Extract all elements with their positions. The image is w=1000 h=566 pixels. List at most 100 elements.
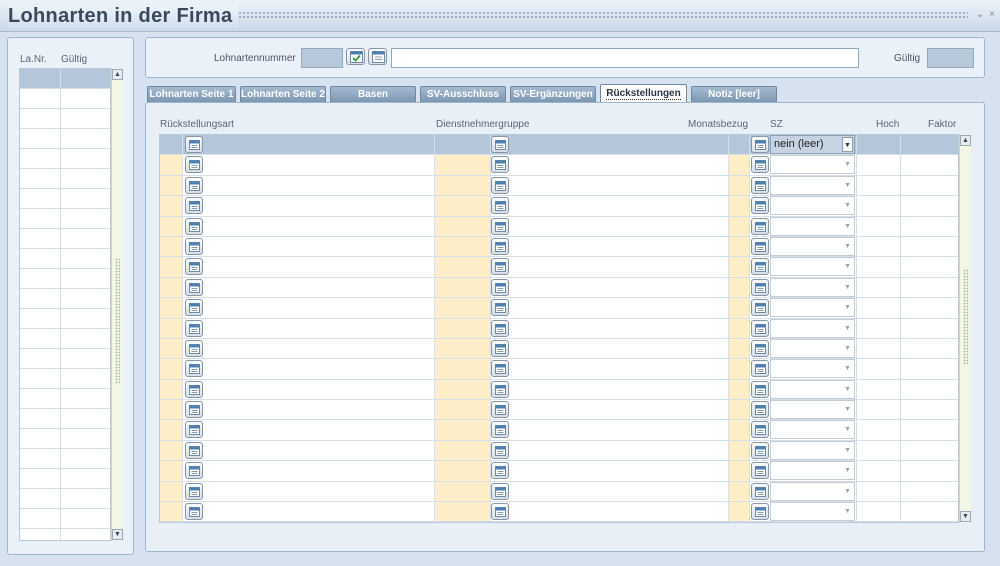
factor-field[interactable] [901,155,958,175]
sz-select[interactable]: ▼ [770,216,855,236]
provision-type-code[interactable] [160,461,183,481]
employee-group-lookup-button[interactable] [491,503,509,521]
provision-type-field[interactable] [183,196,435,216]
table-row[interactable]: ▼ [160,461,958,482]
provision-type-field[interactable] [183,379,435,400]
monthly-ref-field[interactable] [729,400,750,420]
provision-type-field[interactable] [183,298,435,318]
factor-field[interactable] [901,298,958,318]
high-field[interactable] [857,481,901,502]
list-item[interactable] [20,469,110,489]
high-field[interactable] [857,461,901,481]
provision-type-lookup-button[interactable] [185,462,203,480]
sz-lookup-button[interactable] [751,441,769,459]
monthly-ref-field[interactable] [729,236,750,257]
provision-type-lookup-button[interactable] [185,482,203,500]
high-field[interactable] [857,318,901,338]
high-field[interactable] [857,359,901,379]
employee-group-code[interactable] [435,338,491,359]
factor-field[interactable] [901,257,958,277]
factor-field[interactable] [901,196,958,216]
list-item[interactable] [20,189,110,209]
sz-select[interactable]: ▼ [770,359,855,379]
employee-group-field[interactable] [491,502,729,522]
factor-field[interactable] [901,338,958,359]
sz-select[interactable]: ▼ [770,257,855,277]
employee-group-code[interactable] [435,318,491,338]
table-row[interactable]: nein (leer) ▼ [160,135,958,156]
employee-group-lookup-button[interactable] [491,258,509,276]
scroll-down-icon[interactable]: ▼ [960,511,971,522]
employee-group-field[interactable] [491,481,729,502]
list-item[interactable] [20,249,110,269]
sz-lookup-button[interactable] [751,401,769,419]
factor-field[interactable] [901,481,958,502]
employee-group-field[interactable] [491,175,729,196]
scroll-up-icon[interactable]: ▲ [112,69,123,80]
employee-group-code[interactable] [435,461,491,481]
provision-type-lookup-button[interactable] [185,278,203,296]
table-row[interactable]: ▼ [160,400,958,421]
provision-type-field[interactable] [183,277,435,298]
provision-type-field[interactable] [183,257,435,277]
monthly-ref-field[interactable] [729,379,750,400]
sz-lookup-button[interactable] [751,237,769,255]
table-row[interactable]: ▼ [160,216,958,237]
provision-type-field[interactable] [183,440,435,461]
high-field[interactable] [857,400,901,420]
employee-group-field[interactable] [491,420,729,440]
employee-group-lookup-button[interactable] [491,136,509,153]
monthly-ref-field[interactable] [729,502,750,522]
provision-type-lookup-button[interactable] [185,176,203,194]
wage-type-list[interactable] [19,68,111,541]
monthly-ref-field[interactable] [729,338,750,359]
monthly-ref-field[interactable] [729,155,750,175]
provision-type-lookup-button[interactable] [185,237,203,255]
grid-scrollbar[interactable]: ▲ ▼ [959,134,971,523]
provision-type-code[interactable] [160,420,183,440]
sz-select[interactable]: ▼ [770,440,855,460]
employee-group-code[interactable] [435,155,491,175]
high-field[interactable] [857,298,901,318]
high-field[interactable] [857,502,901,522]
table-row[interactable]: ▼ [160,236,958,258]
provision-type-code[interactable] [160,236,183,257]
list-scrollbar[interactable]: ▲ ▼ [111,68,123,541]
monthly-ref-field[interactable] [729,298,750,318]
table-row[interactable]: ▼ [160,338,958,360]
provision-type-field[interactable] [183,461,435,481]
provision-type-field[interactable] [183,155,435,175]
monthly-ref-field[interactable] [729,277,750,298]
high-field[interactable] [857,277,901,298]
provision-type-field[interactable] [183,420,435,440]
provision-type-code[interactable] [160,175,183,196]
employee-group-code[interactable] [435,196,491,216]
wage-number-input[interactable] [301,48,343,68]
list-item[interactable] [20,269,110,289]
employee-group-code[interactable] [435,420,491,440]
sz-select[interactable]: ▼ [770,481,855,501]
employee-group-code[interactable] [435,135,491,155]
monthly-ref-field[interactable] [729,196,750,216]
high-field[interactable] [857,236,901,257]
high-field[interactable] [857,175,901,196]
factor-field[interactable] [901,440,958,461]
employee-group-field[interactable] [491,359,729,379]
provision-type-code[interactable] [160,481,183,502]
employee-group-field[interactable] [491,318,729,338]
employee-group-code[interactable] [435,257,491,277]
list-item[interactable] [20,149,110,169]
employee-group-field[interactable] [491,461,729,481]
tab-notiz[interactable]: Notiz [leer] [691,86,777,102]
high-field[interactable] [857,196,901,216]
factor-field[interactable] [901,359,958,379]
provision-type-field[interactable] [183,175,435,196]
list-item[interactable] [20,229,110,249]
sz-select[interactable]: ▼ [770,298,855,318]
factor-field[interactable] [901,379,958,400]
table-row[interactable]: ▼ [160,196,958,217]
sz-lookup-button[interactable] [751,360,769,378]
high-field[interactable] [857,440,901,461]
provision-type-lookup-button[interactable] [185,136,203,153]
employee-group-code[interactable] [435,400,491,420]
